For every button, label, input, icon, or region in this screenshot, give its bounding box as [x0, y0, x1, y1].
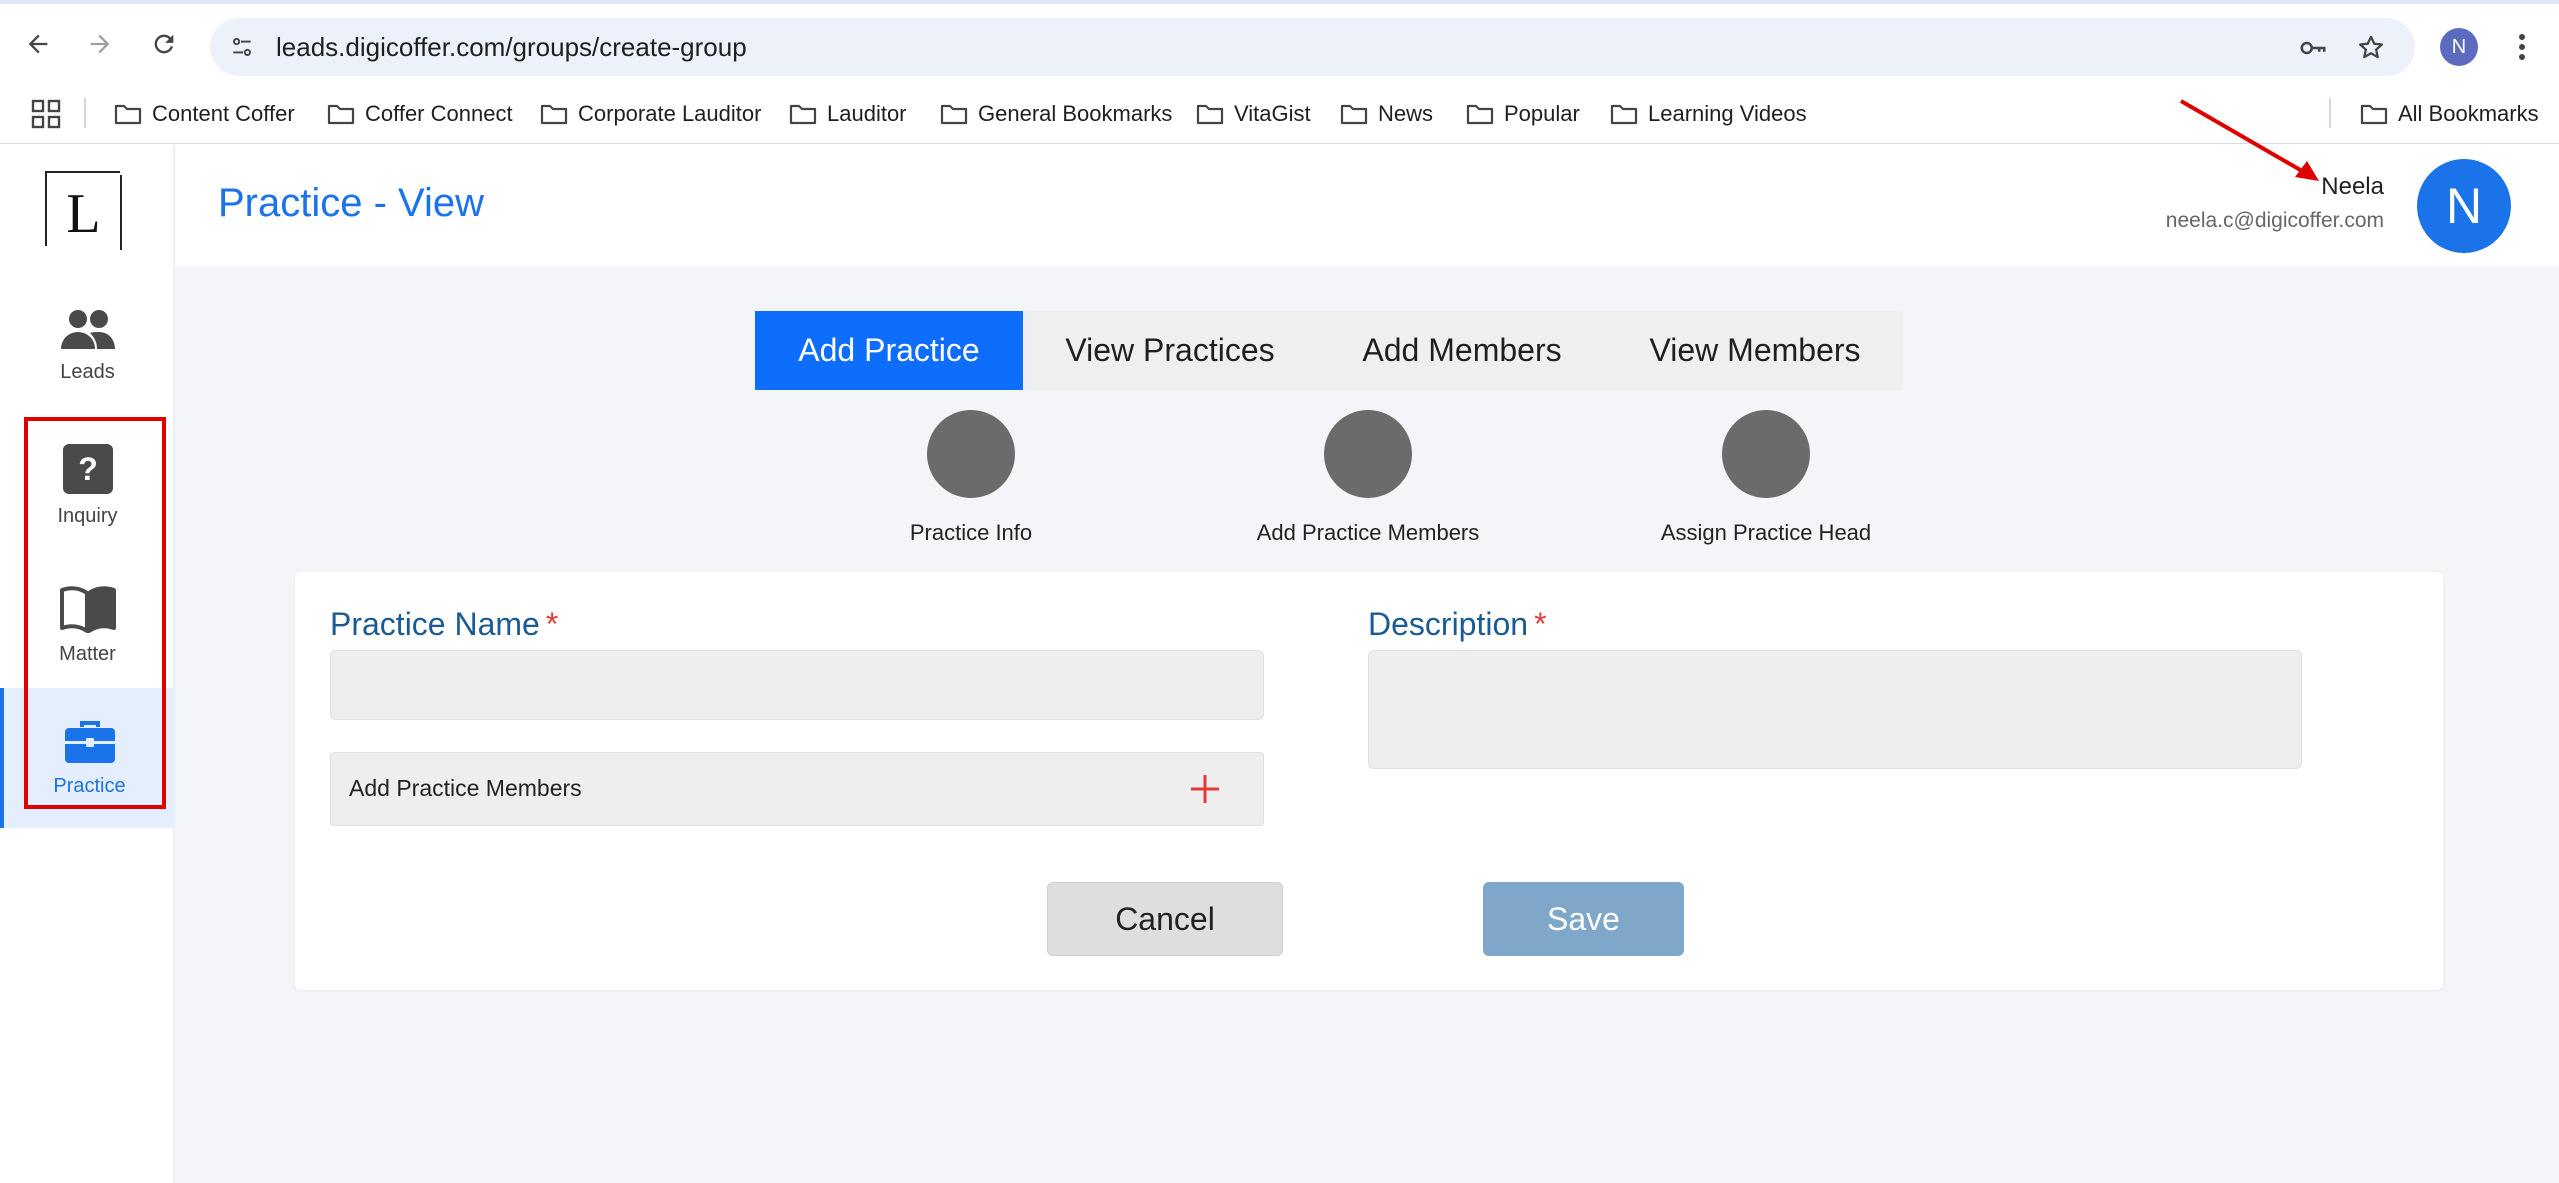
- bookmark-label: Lauditor: [827, 101, 907, 126]
- bookmark-label: Popular: [1504, 101, 1580, 126]
- back-button[interactable]: [18, 24, 58, 64]
- main-content: Practice - View Neela neela.c@digicoffer…: [175, 99, 2559, 1183]
- bookmark-item[interactable]: Lauditor: [789, 96, 907, 132]
- tab-add-members[interactable]: Add Members: [1317, 311, 1607, 390]
- user-avatar[interactable]: N: [2417, 159, 2511, 253]
- step-add-practice-members: Add Practice Members: [1208, 410, 1528, 546]
- annotation-highlight-box: [24, 417, 166, 809]
- step-label: Practice Info: [909, 520, 1033, 545]
- url-text[interactable]: leads.digicoffer.com/groups/create-group: [276, 32, 747, 63]
- folder-icon: [789, 104, 817, 125]
- step-indicator: [1324, 410, 1412, 498]
- bookmark-label: Coffer Connect: [365, 101, 513, 126]
- step-label: Add Practice Members: [1256, 520, 1480, 545]
- folder-icon: [327, 104, 355, 125]
- bookmark-label: Learning Videos: [1648, 101, 1807, 126]
- step-indicator: [927, 410, 1015, 498]
- plus-icon[interactable]: [1185, 769, 1225, 809]
- folder-icon: [2360, 104, 2388, 125]
- back-arrow-icon: [28, 34, 48, 54]
- browser-toolbar: leads.digicoffer.com/groups/create-group…: [0, 4, 2559, 84]
- tab-view-practices[interactable]: View Practices: [1023, 311, 1317, 390]
- folder-icon: [114, 104, 142, 125]
- app-logo[interactable]: L: [45, 171, 122, 250]
- apps-grid-icon[interactable]: [30, 98, 62, 130]
- sidebar-item-label: Leads: [60, 360, 115, 383]
- bookmark-item[interactable]: Coffer Connect: [327, 96, 513, 132]
- cancel-button[interactable]: Cancel: [1047, 882, 1283, 956]
- forward-button[interactable]: [80, 24, 120, 64]
- folder-icon: [540, 104, 568, 125]
- reload-icon: [154, 34, 174, 54]
- description-label: Description *: [1368, 606, 1547, 642]
- practice-name-input[interactable]: [330, 650, 1264, 720]
- add-practice-members-label: Add Practice Members: [349, 775, 582, 801]
- page-title: Practice - View: [218, 181, 485, 225]
- practice-tabs: Add Practice View Practices Add Members …: [755, 311, 1903, 390]
- tab-view-members[interactable]: View Members: [1607, 311, 1903, 390]
- reload-button[interactable]: [144, 24, 184, 64]
- required-asterisk: *: [545, 606, 559, 642]
- forward-arrow-icon: [90, 34, 110, 54]
- all-bookmarks-button[interactable]: All Bookmarks: [2360, 96, 2539, 132]
- bookmark-label: Corporate Lauditor: [578, 101, 762, 126]
- bookmark-label: General Bookmarks: [978, 101, 1173, 126]
- bookmark-label: News: [1378, 101, 1434, 126]
- step-label: Assign Practice Head: [1660, 520, 1872, 545]
- folder-icon: [1466, 104, 1494, 125]
- bookmark-item[interactable]: Popular: [1466, 96, 1580, 132]
- folder-icon: [940, 104, 968, 125]
- bookmark-label: Content Coffer: [152, 101, 295, 126]
- browser-profile-avatar[interactable]: N: [2440, 28, 2478, 66]
- folder-icon: [1196, 104, 1224, 125]
- step-practice-info: Practice Info: [811, 410, 1131, 546]
- folder-icon: [1610, 104, 1638, 125]
- bookmarks-divider: [2329, 98, 2331, 128]
- practice-form-card: Practice Name * Add Practice Members Desc…: [295, 572, 2443, 990]
- site-info-icon[interactable]: [224, 29, 260, 65]
- user-name: Neela: [2321, 173, 2384, 200]
- all-bookmarks-label: All Bookmarks: [2398, 101, 2539, 126]
- bookmark-item[interactable]: General Bookmarks: [940, 96, 1172, 132]
- description-textarea[interactable]: [1368, 650, 2302, 769]
- annotation-arrow-icon: [2179, 99, 2319, 181]
- app-sidebar: L Leads ? Inquiry Matter Practice: [0, 145, 175, 1183]
- tab-add-practice[interactable]: Add Practice: [755, 311, 1023, 390]
- browser-menu-icon[interactable]: [2503, 28, 2541, 66]
- bookmark-item[interactable]: Learning Videos: [1610, 96, 1807, 132]
- bookmark-star-icon[interactable]: [2354, 31, 2388, 65]
- bookmark-item[interactable]: Corporate Lauditor: [540, 96, 761, 132]
- practice-name-label: Practice Name *: [330, 606, 559, 642]
- people-icon: [60, 309, 115, 349]
- add-practice-members-row[interactable]: Add Practice Members: [330, 752, 1264, 826]
- bookmark-item[interactable]: VitaGist: [1196, 96, 1311, 132]
- step-assign-practice-head: Assign Practice Head: [1606, 410, 1926, 546]
- password-key-icon[interactable]: [2296, 31, 2330, 65]
- required-asterisk: *: [1534, 606, 1547, 642]
- user-email: neela.c@digicoffer.com: [2165, 209, 2384, 232]
- bookmark-item[interactable]: Content Coffer: [114, 96, 295, 132]
- step-indicator: [1722, 410, 1810, 498]
- folder-icon: [1340, 104, 1368, 125]
- save-button[interactable]: Save: [1483, 882, 1684, 956]
- bookmarks-bar: Content Coffer Coffer Connect Corporate La…: [0, 84, 2559, 144]
- bookmarks-divider: [84, 98, 86, 128]
- bookmark-item[interactable]: News: [1340, 96, 1433, 132]
- sidebar-item-leads[interactable]: Leads: [0, 275, 175, 415]
- bookmark-label: VitaGist: [1234, 101, 1311, 126]
- address-bar[interactable]: leads.digicoffer.com/groups/create-group: [210, 18, 2415, 76]
